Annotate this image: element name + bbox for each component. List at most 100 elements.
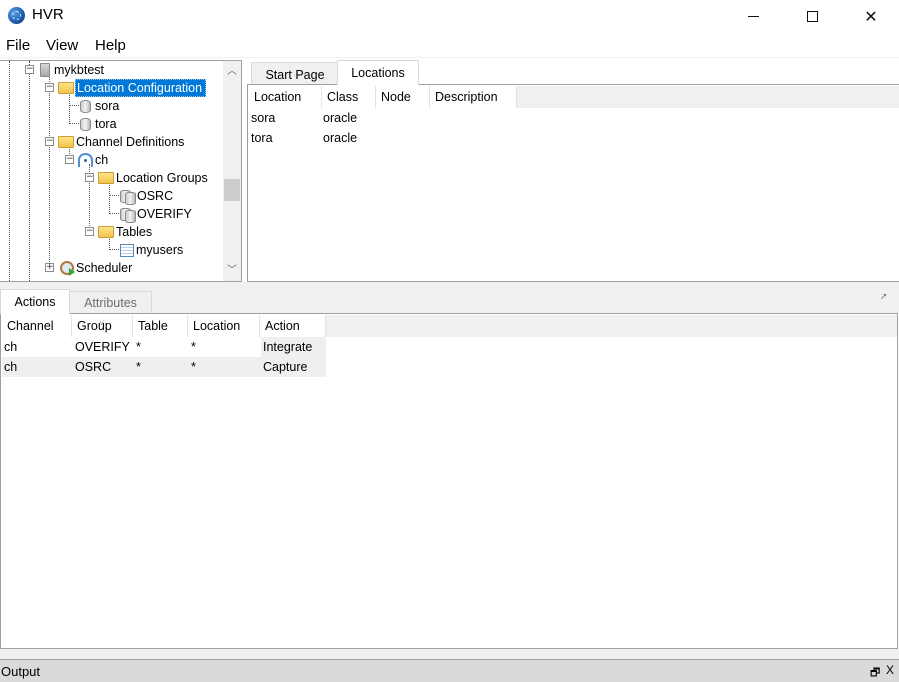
tree-guide-line [109,249,119,250]
tree-guide-line [29,61,30,281]
content-pane: Start Page Locations Location Class Node… [247,60,899,282]
tab-locations[interactable]: Locations [337,60,419,85]
maximize-button[interactable] [789,0,835,32]
database-group-icon [120,207,136,223]
maximize-icon [806,10,818,22]
database-icon [80,117,91,131]
window-title: HVR [32,6,64,23]
tab-attributes[interactable]: Attributes [69,291,152,314]
tree-guide-line [109,195,119,196]
close-button[interactable]: ✕ [848,0,894,32]
sort-indicator-icon: ˅ [99,318,105,328]
tree-node-label: OVERIFY [137,207,192,221]
column-header-label: Group [77,319,112,333]
cell-action: Capture [263,360,308,374]
tree-guide-line [109,213,119,214]
table-icon [120,243,134,257]
pin-icon[interactable]: ➚ [880,293,888,302]
tree-node-myusers[interactable]: myusers [120,241,186,259]
minimize-button[interactable] [730,0,776,32]
tree-node-label: Location Groups [116,171,208,185]
channel-icon [78,153,93,167]
column-header-description[interactable]: Description [430,86,517,108]
tree-node-sora[interactable]: sora [78,97,122,115]
table-header: Location Class Node Description [249,86,899,108]
tab-start-page[interactable]: Start Page [251,62,339,86]
table-row[interactable]: ch OSRC * * Capture [2,357,326,377]
tree-node-tables[interactable]: Tables [98,223,155,241]
minimize-icon [747,15,759,17]
folder-icon [98,226,114,238]
tree-node-label: myusers [136,243,184,257]
tree-node-label: Location Configuration [75,79,207,97]
collapse-toggle[interactable]: − [45,83,54,92]
title-bar: HVR ✕ [0,0,899,32]
tree-node-location-groups[interactable]: Location Groups [98,169,211,187]
expand-toggle[interactable]: + [45,263,54,272]
hvr-logo-icon [8,7,25,24]
close-panel-icon[interactable]: X [886,663,894,677]
cell-channel: ch [4,340,18,354]
tree-node-label: Scheduler [76,261,133,275]
menu-bar: File View Help [0,34,899,58]
splitter[interactable] [0,649,899,659]
tree-node-osrc[interactable]: OSRC [120,187,176,205]
tree-guide-line [9,61,10,281]
close-icon: ✕ [864,6,878,26]
float-window-icon[interactable]: 🗗 [870,664,880,682]
tree-node-tora[interactable]: tora [78,115,120,133]
cell-table: * [136,360,141,374]
column-header-action[interactable]: Action [260,315,326,337]
column-header-table[interactable]: Table [133,315,188,337]
column-header-location[interactable]: Location [188,315,260,337]
cell-group: OSRC [75,360,112,374]
column-header-location[interactable]: Location [249,86,322,108]
collapse-toggle[interactable]: − [45,137,54,146]
output-panel-title: Output [1,664,41,679]
navigation-tree[interactable]: − mykbtest − Location Configuration sora… [0,60,242,282]
tree-node-ch[interactable]: ch [78,151,111,169]
column-header-channel[interactable]: Channel [2,315,72,337]
tab-actions[interactable]: Actions [0,289,70,314]
collapse-toggle[interactable]: − [85,227,94,236]
tree-node-label: sora [95,99,120,113]
tree-node-label: mykbtest [54,63,105,77]
tree-node-channel-definitions[interactable]: Channel Definitions [58,133,187,151]
tree-node-label: Channel Definitions [76,135,185,149]
scroll-down-icon[interactable]: ﹀ [223,262,241,279]
cell-channel: ch [4,360,18,374]
tree-node-label: tora [95,117,117,131]
scheduler-icon [60,261,75,276]
column-header-node[interactable]: Node [376,86,430,108]
folder-icon [58,82,74,94]
collapse-toggle[interactable]: − [85,173,94,182]
menu-help[interactable]: Help [95,37,126,54]
tree-node-label: ch [95,153,109,167]
table-row[interactable]: sora oracle [249,108,375,128]
table-row[interactable]: tora oracle [249,128,375,148]
scroll-up-icon[interactable]: ︿ [223,63,241,80]
column-header-group[interactable]: ˅ Group [72,315,133,337]
collapse-toggle[interactable]: − [65,155,74,164]
tree-node-scheduler[interactable]: Scheduler [60,259,135,277]
column-header-class[interactable]: Class [322,86,376,108]
menu-file[interactable]: File [6,37,30,54]
tree-node-location-configuration[interactable]: Location Configuration [58,79,207,97]
tree-scrollbar[interactable]: ︿ ﹀ [223,61,241,281]
tree-guide-line [49,74,50,270]
table-row[interactable]: ch OVERIFY * * Integrate [2,337,326,357]
tree-node-label: Tables [116,225,153,239]
tree-node-overify[interactable]: OVERIFY [120,205,195,223]
collapse-toggle[interactable]: − [25,65,34,74]
actions-table: Channel ˅ Group Table Location Action ch… [0,313,898,649]
tree-node-label: OSRC [137,189,174,203]
folder-icon [58,136,74,148]
tree-node-mykbtest[interactable]: mykbtest [38,61,107,79]
menu-view[interactable]: View [46,37,78,54]
cell-group: OVERIFY [75,340,130,354]
cell-class: oracle [323,131,358,145]
scroll-thumb[interactable] [224,179,240,201]
server-icon [40,63,50,77]
output-panel-header: Output 🗗 X [0,659,899,682]
cell-location: * [191,360,196,374]
